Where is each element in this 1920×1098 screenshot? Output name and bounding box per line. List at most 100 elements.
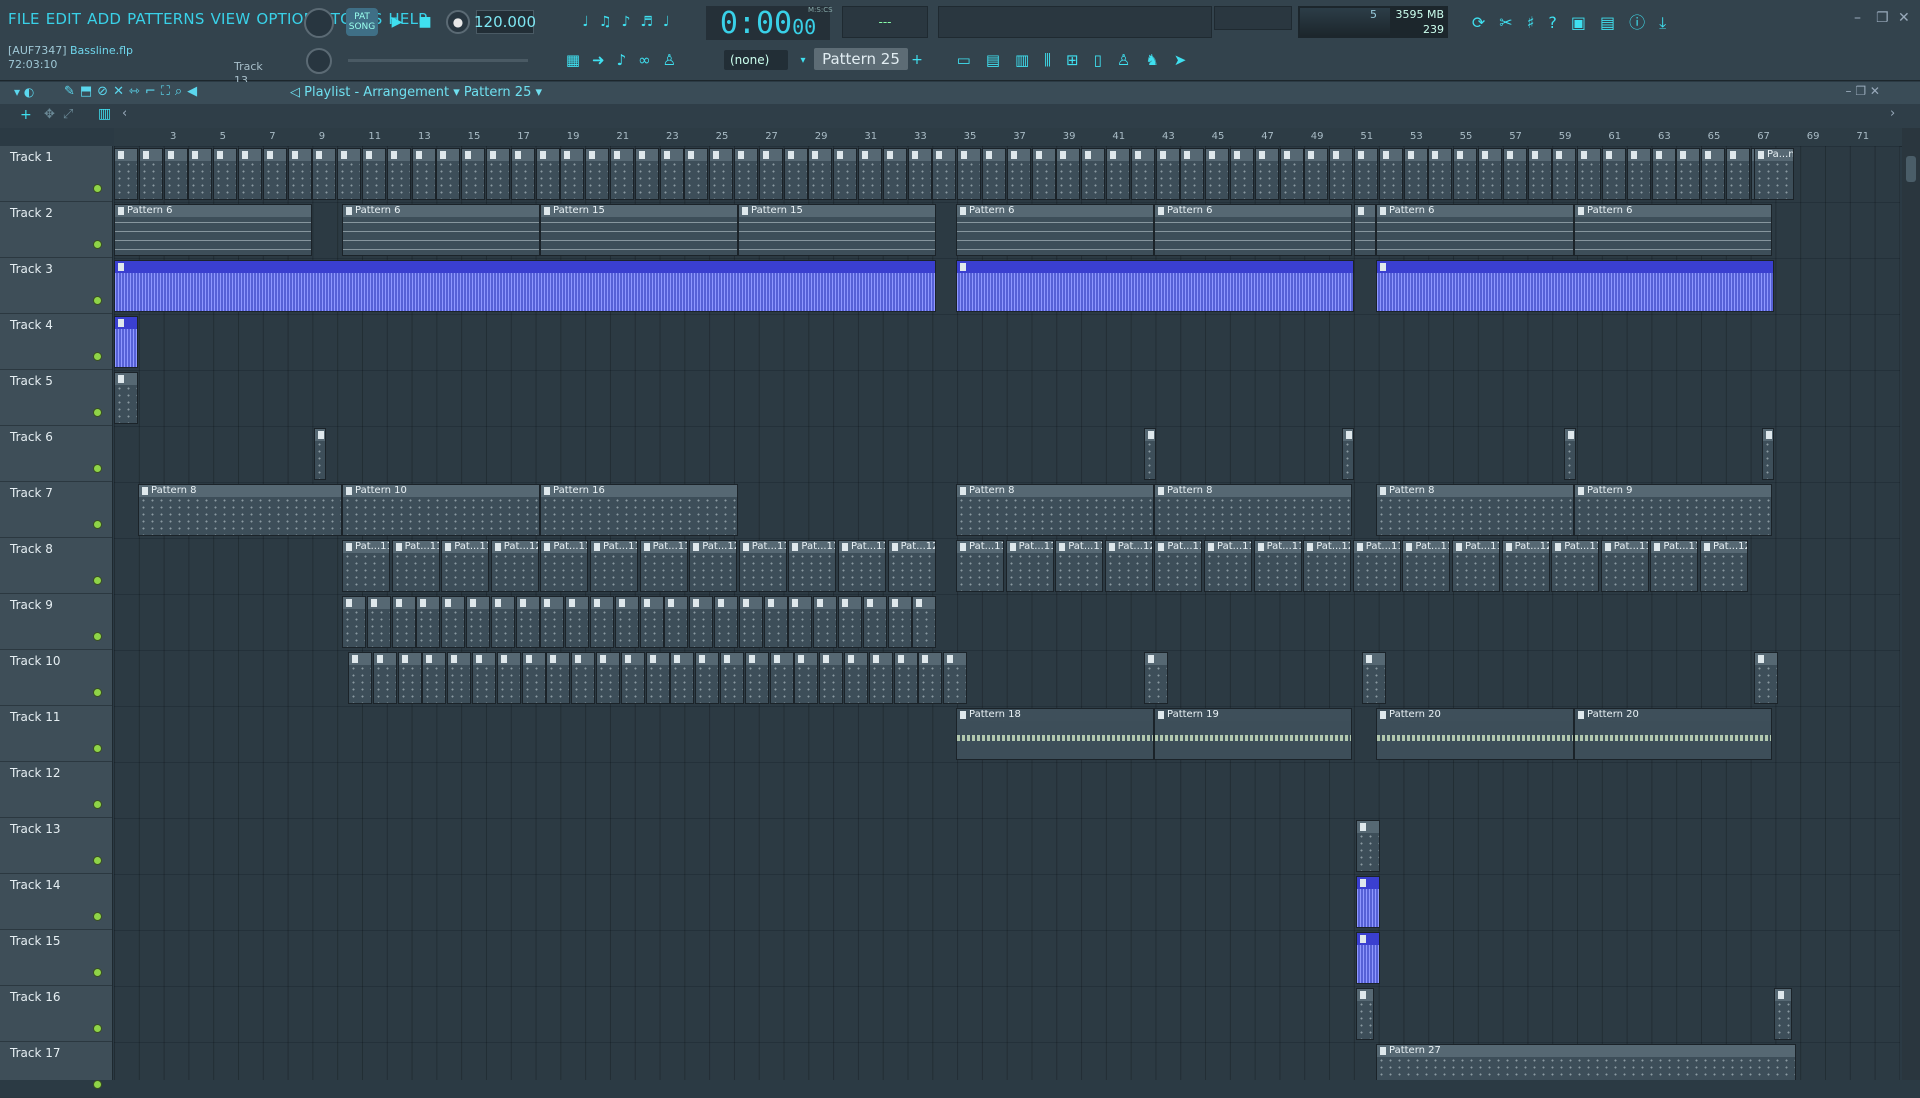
pattern-clip[interactable]: Pat...11 (1253, 540, 1302, 592)
pattern-clip[interactable] (391, 596, 416, 648)
pattern-clip[interactable] (893, 652, 918, 704)
pattern-clip[interactable] (744, 652, 769, 704)
pattern-clip[interactable]: Pat...12 (887, 540, 936, 592)
pattern-clip[interactable] (114, 316, 138, 368)
pattern-clip[interactable] (287, 148, 312, 200)
pattern-clip[interactable] (1329, 148, 1354, 200)
pattern-clip[interactable] (610, 148, 634, 200)
track-header[interactable]: Track 12 (0, 762, 112, 818)
pattern-clip[interactable] (1602, 148, 1626, 200)
pattern-clip[interactable] (838, 596, 862, 648)
window-shortcuts[interactable]: ▦➜♪∞♙ (540, 48, 714, 72)
pattern-clip[interactable] (372, 652, 397, 704)
pattern-clip[interactable] (634, 148, 659, 200)
pattern-clip[interactable] (362, 148, 386, 200)
pattern-clip[interactable]: Pa...n 4 (1754, 148, 1794, 200)
pattern-clip[interactable] (1552, 148, 1577, 200)
pattern-clip[interactable] (461, 148, 486, 200)
pattern-clip[interactable]: Pat...11 (956, 540, 1004, 592)
pattern-clip[interactable] (114, 372, 138, 424)
pattern-clip[interactable] (907, 148, 932, 200)
pattern-clip[interactable] (1564, 428, 1576, 480)
pattern-clip[interactable]: Pattern 15 (540, 204, 738, 256)
pattern-clip[interactable] (312, 148, 337, 200)
pattern-clip[interactable] (585, 148, 610, 200)
pattern-clip[interactable] (441, 596, 466, 648)
vertical-scroll-knob[interactable] (1906, 156, 1916, 182)
pattern-clip[interactable] (887, 596, 912, 648)
pattern-clip[interactable]: Pat...12 (1501, 540, 1550, 592)
pattern-clip[interactable] (314, 428, 326, 480)
pattern-clip[interactable] (1651, 148, 1676, 200)
pattern-clip[interactable]: Pattern 10 (342, 484, 540, 536)
pattern-clip[interactable] (238, 148, 262, 200)
pattern-clip[interactable] (769, 652, 794, 704)
pattern-clip[interactable] (1403, 148, 1428, 200)
pattern-clip[interactable] (868, 652, 893, 704)
pattern-clip[interactable]: Pattern 20 (1574, 708, 1772, 760)
pattern-clip[interactable] (758, 148, 783, 200)
pattern-clip[interactable] (188, 148, 213, 200)
pattern-clip[interactable] (521, 652, 546, 704)
pattern-clip[interactable]: Pattern 18 (956, 708, 1154, 760)
track-header[interactable]: Track 2 (0, 202, 112, 258)
pattern-clip[interactable] (862, 596, 887, 648)
pattern-clip[interactable] (1081, 148, 1106, 200)
pattern-clip[interactable] (1106, 148, 1130, 200)
playlist-window-controls[interactable]: – ❐ ✕ (1846, 84, 1880, 98)
playlist-menu-icon[interactable]: ▾ ◐ (14, 85, 34, 99)
play-button[interactable]: ▶ (384, 10, 410, 34)
pattern-clip[interactable]: Pattern 8 (1376, 484, 1574, 536)
pattern-clip[interactable] (1354, 204, 1376, 256)
pattern-clip[interactable] (342, 596, 366, 648)
pattern-clip[interactable] (1130, 148, 1155, 200)
pattern-clip[interactable] (337, 148, 362, 200)
pattern-clip[interactable] (163, 148, 188, 200)
pattern-clip[interactable] (1754, 652, 1778, 704)
pattern-clip[interactable] (1362, 652, 1386, 704)
tool-icons[interactable]: ⟳✂♯?▣▤ⓘ⤓ (1456, 8, 1696, 34)
pattern-clip[interactable] (1205, 148, 1230, 200)
pattern-clip[interactable] (1304, 148, 1329, 200)
pattern-clip[interactable] (957, 148, 982, 200)
pattern-clip[interactable] (709, 148, 734, 200)
track-mute-led[interactable] (93, 1080, 102, 1089)
master-pitch-slider[interactable] (348, 59, 528, 62)
pattern-clip[interactable] (844, 652, 868, 704)
pattern-clip[interactable]: Pat...11 (788, 540, 837, 592)
pattern-clip[interactable] (1230, 148, 1254, 200)
pattern-clip[interactable] (714, 596, 738, 648)
snap-select[interactable]: (none) (724, 50, 788, 70)
pattern-clip[interactable] (416, 596, 441, 648)
pattern-clip[interactable]: Pattern 6 (1154, 204, 1352, 256)
pattern-clip[interactable] (794, 652, 819, 704)
track-mute-led[interactable] (93, 240, 102, 249)
pattern-clip[interactable] (1378, 148, 1403, 200)
pattern-clip[interactable] (833, 148, 858, 200)
pattern-clip[interactable] (819, 652, 844, 704)
pattern-clip[interactable]: Pattern 16 (540, 484, 738, 536)
pattern-clip[interactable] (1428, 148, 1453, 200)
pattern-clip[interactable]: Pat...11 (391, 540, 440, 592)
pattern-clip[interactable] (348, 652, 372, 704)
track-mute-led[interactable] (93, 464, 102, 473)
pattern-clip[interactable]: Pattern 6 (342, 204, 540, 256)
pattern-clip[interactable] (695, 652, 720, 704)
pattern-clip[interactable]: Pat...12 (1104, 540, 1153, 592)
pattern-clip[interactable]: Pattern 8 (956, 484, 1154, 536)
pattern-clip[interactable] (689, 596, 714, 648)
scroll-right-icon[interactable]: › (1890, 106, 1895, 121)
pattern-clip[interactable] (1376, 260, 1774, 312)
pattern-clip[interactable] (932, 148, 957, 200)
pattern-clip[interactable] (670, 652, 695, 704)
view-shortcuts[interactable]: ▭▤▥⫼⊞▯♙♞➤ (934, 48, 1224, 72)
pattern-clip[interactable] (1356, 932, 1380, 984)
add-track-button[interactable]: + (20, 107, 32, 123)
zoom-icons[interactable]: ✥⤢ (44, 107, 81, 122)
pattern-clip[interactable] (397, 652, 422, 704)
track-mute-led[interactable] (93, 632, 102, 641)
menu-edit[interactable]: EDIT (46, 10, 81, 28)
pattern-clip[interactable]: Pattern 15 (738, 204, 936, 256)
pattern-clip[interactable] (571, 652, 596, 704)
pattern-view-icon[interactable]: ▥ (98, 106, 111, 122)
